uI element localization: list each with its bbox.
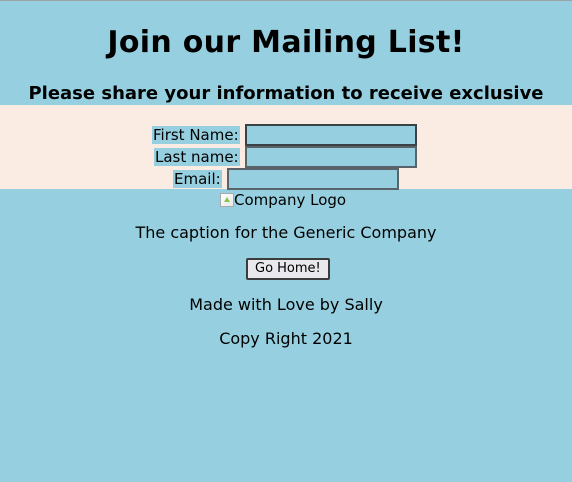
company-logo-alt-text: Company Logo xyxy=(234,191,347,209)
mailing-list-form: First Name: Last name: Email: xyxy=(0,105,572,190)
logo-caption: The caption for the Generic Company xyxy=(135,223,437,242)
company-logo: Company Logo xyxy=(220,190,346,210)
made-by-text: Made with Love by Sally xyxy=(189,295,383,314)
go-home-button[interactable]: Go Home! xyxy=(246,258,330,280)
last-name-input[interactable] xyxy=(244,146,417,168)
last-name-label: Last name: xyxy=(154,148,240,166)
copyright-text: Copy Right 2021 xyxy=(219,329,353,348)
broken-image-icon xyxy=(220,193,234,207)
email-input[interactable] xyxy=(226,168,399,190)
first-name-label: First Name: xyxy=(152,126,240,144)
last-name-row: Last name: xyxy=(154,146,417,168)
email-row: Email: xyxy=(173,168,399,190)
first-name-input[interactable] xyxy=(244,124,417,146)
page-title: Join our Mailing List! xyxy=(107,25,465,60)
email-label: Email: xyxy=(173,170,222,188)
first-name-row: First Name: xyxy=(152,124,417,146)
